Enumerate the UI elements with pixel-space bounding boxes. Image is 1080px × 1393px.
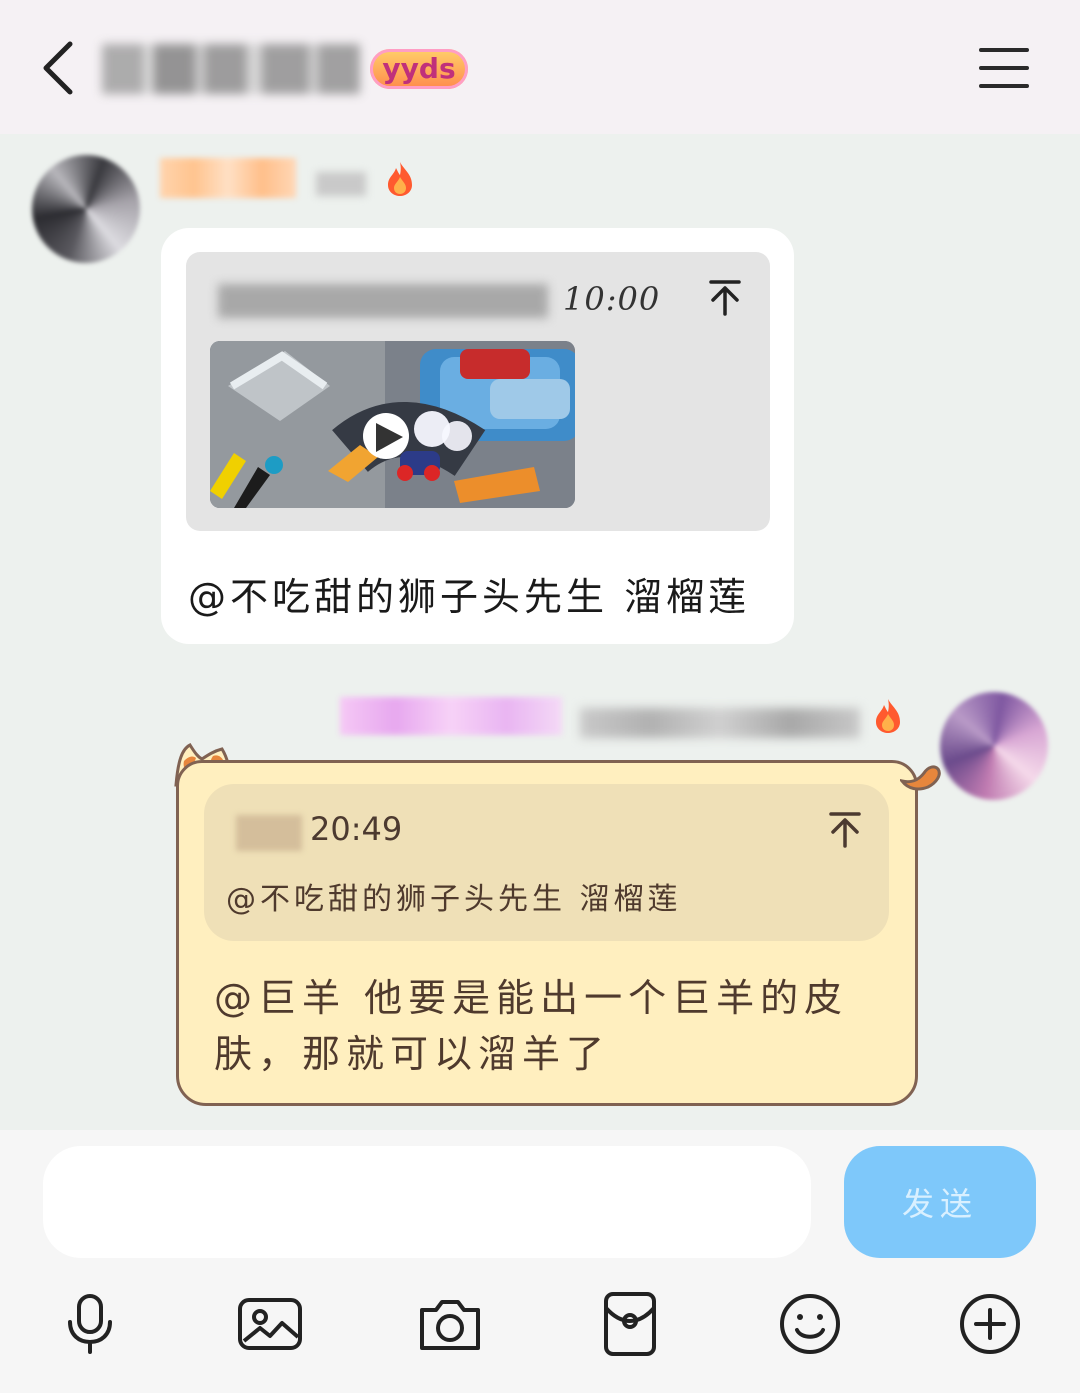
microphone-icon[interactable] [56, 1290, 124, 1358]
quoted-time: 10:00 [563, 280, 661, 318]
message-input[interactable] [43, 1146, 811, 1258]
chevron-left-icon[interactable] [36, 38, 80, 98]
avatar[interactable] [32, 155, 140, 263]
fire-icon [388, 162, 412, 196]
red-packet-icon[interactable] [596, 1290, 664, 1358]
fire-icon [876, 699, 900, 733]
sender-name-blurred [160, 158, 296, 198]
sender-level-blurred [316, 172, 366, 196]
reply-text: @不吃甜的狮子头先生 溜榴莲 [226, 882, 682, 917]
cat-tail-icon [900, 765, 941, 791]
yyds-badge: yyds [370, 49, 468, 89]
jump-to-top-icon[interactable] [705, 278, 745, 318]
reply-sender-blurred [236, 815, 302, 851]
message-text: @巨羊 他要是能出一个巨羊的皮肤，那就可以溜羊了 [214, 976, 849, 1076]
image-icon[interactable] [236, 1290, 304, 1358]
message-text: @不吃甜的狮子头先生 溜榴莲 [188, 575, 751, 619]
plus-icon[interactable] [956, 1290, 1024, 1358]
avatar[interactable] [940, 692, 1048, 800]
sender-level-blurred [580, 708, 860, 738]
jump-to-top-icon[interactable] [825, 810, 865, 850]
camera-icon[interactable] [416, 1290, 484, 1358]
video-thumbnail[interactable] [210, 341, 575, 508]
send-button[interactable]: 发送 [844, 1146, 1036, 1258]
quoted-sender-blurred [218, 284, 548, 318]
game-scene-image [210, 341, 575, 508]
group-title-blurred [102, 44, 360, 94]
reply-time: 20:49 [310, 810, 403, 848]
sender-name-blurred [340, 697, 562, 735]
emoji-icon[interactable] [776, 1290, 844, 1358]
hamburger-menu-icon[interactable] [978, 46, 1030, 90]
